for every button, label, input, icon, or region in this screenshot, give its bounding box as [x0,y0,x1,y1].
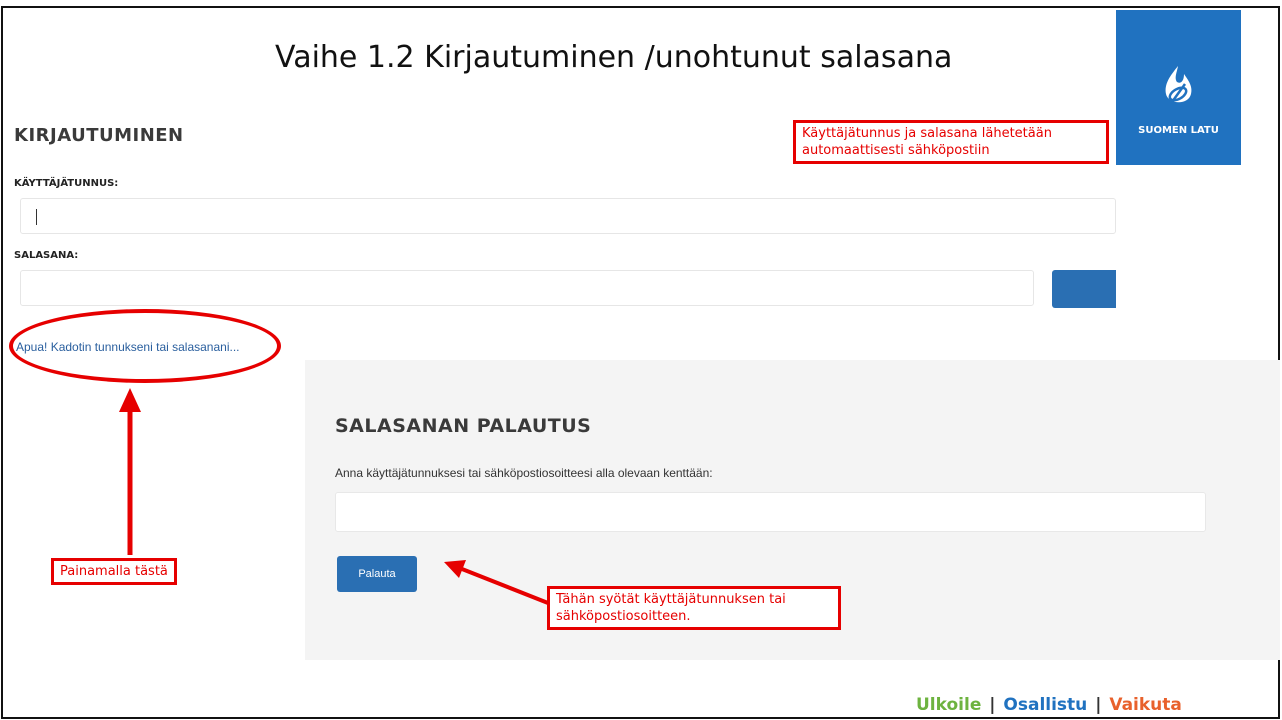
username-input[interactable] [20,198,1116,234]
input-note-callout: Tähän syötät käyttäjätunnuksen tai sähkö… [547,586,841,630]
login-title: KIRJAUTUMINEN [14,125,184,146]
reset-title: SALASANAN PALAUTUS [335,415,592,437]
slogan: Ulkoile | Osallistu | Vaikuta [916,695,1184,715]
reset-username-input[interactable] [335,492,1206,532]
password-label: SALASANA: [14,250,79,261]
slide-title: Vaihe 1.2 Kirjautuminen /unohtunut salas… [275,40,953,75]
flame-icon [1165,66,1192,103]
slogan-ulkoile: Ulkoile [916,695,982,715]
reset-description: Anna käyttäjätunnuksesi tai sähköpostios… [335,466,713,480]
slogan-osallistu: Osallistu [1003,695,1088,715]
reset-submit-button[interactable]: Palauta [337,556,417,592]
text-caret [36,209,37,225]
username-label: KÄYTTÄJÄTUNNUS: [14,178,119,189]
slogan-vaikuta: Vaikuta [1109,695,1182,715]
logo-text: SUOMEN LATU [1138,125,1219,136]
slogan-separator: | [989,695,996,715]
suomen-latu-logo: SUOMEN LATU [1116,10,1241,165]
click-here-callout: Painamalla tästä [51,558,177,585]
highlight-oval [9,309,281,383]
login-button[interactable] [1052,270,1116,308]
slogan-separator: | [1095,695,1102,715]
password-input[interactable] [20,270,1034,306]
email-note-callout: Käyttäjätunnus ja salasana lähetetään au… [793,120,1109,164]
